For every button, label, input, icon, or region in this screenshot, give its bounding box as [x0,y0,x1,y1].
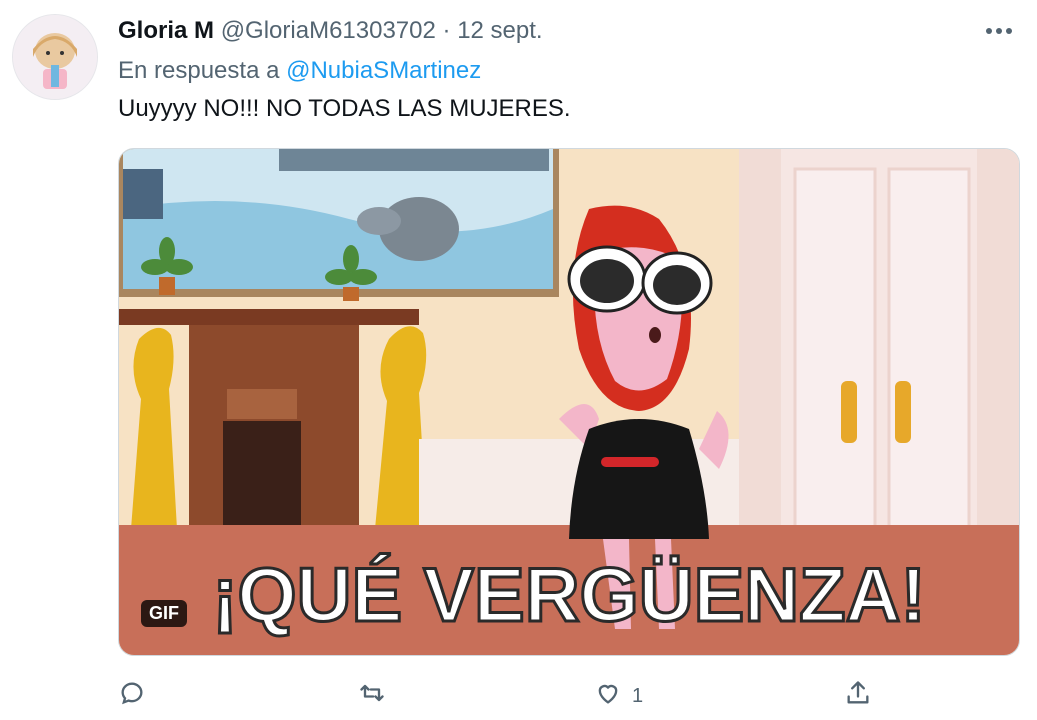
reply-prefix: En respuesta a [118,57,280,84]
heart-icon [594,679,622,713]
retweet-button[interactable] [358,676,386,716]
display-name[interactable]: Gloria M [118,17,214,44]
share-icon [844,679,872,713]
avatar[interactable] [12,14,98,100]
tweet-date[interactable]: 12 sept. [457,17,542,44]
like-count: 1 [632,684,644,707]
gif-frame-illustration: ¡QUÉ VERGÜENZA! [119,149,1019,655]
more-options-icon[interactable] [979,16,1019,46]
user-handle[interactable]: @GloriaM61303702 [221,17,436,44]
gif-badge: GIF [141,600,187,627]
reply-icon [118,679,146,713]
gif-media[interactable]: ¡QUÉ VERGÜENZA! GIF [118,148,1020,656]
reply-context: En respuesta a @NubiaSMartinez [118,56,481,86]
reply-button[interactable] [118,676,146,716]
tweet-text: Uuyyyy NO!!! NO TODAS LAS MUJERES. [118,95,571,122]
separator-dot: · [442,17,451,44]
share-button[interactable] [844,676,872,716]
retweet-icon [358,679,386,713]
tweet-actions: 1 [118,676,1018,716]
like-button[interactable]: 1 [594,676,643,716]
gif-caption: ¡QUÉ VERGÜENZA! [212,553,926,638]
tweet-header: Gloria M @GloriaM61303702 · 12 sept. [118,16,543,46]
reply-mention-link[interactable]: @NubiaSMartinez [286,57,481,84]
